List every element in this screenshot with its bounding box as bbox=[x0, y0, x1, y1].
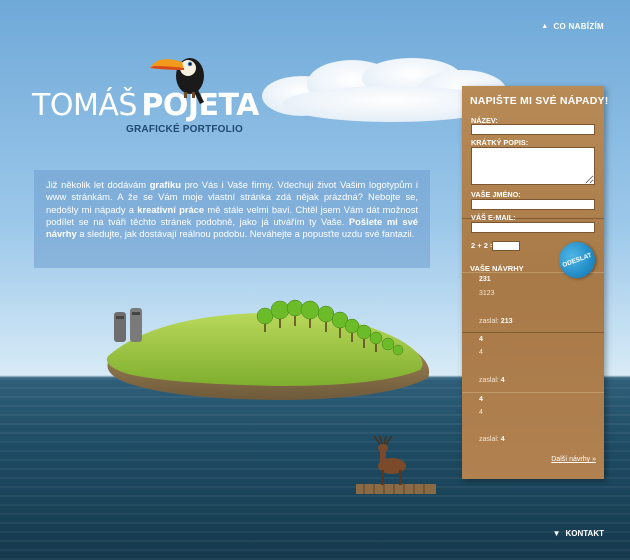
proposal-author-name: 4 bbox=[500, 377, 505, 384]
form-heading: NAPIŠTE MI SVÉ NÁPADY! bbox=[470, 95, 609, 107]
proposals-title: VAŠE NÁVRHY bbox=[470, 264, 524, 273]
logo-first-name: TOMÁŠ bbox=[32, 88, 137, 123]
proposal-title: 4 bbox=[479, 336, 483, 343]
email-label: VÁŠ E-MAIL: bbox=[471, 213, 516, 222]
proposal-author: zaslal: 4 bbox=[479, 377, 505, 384]
toucan-icon bbox=[150, 58, 204, 104]
raft-deer-illustration bbox=[356, 436, 436, 494]
proposal-author-name: 4 bbox=[500, 436, 505, 443]
author-field[interactable] bbox=[471, 199, 595, 210]
intro-text: Již několik let dodávám grafiku pro Vás … bbox=[34, 170, 430, 268]
author-label: VAŠE JMÉNO: bbox=[471, 190, 521, 199]
captcha-label: 2 + 2 = bbox=[471, 241, 495, 250]
nav-kontakt[interactable]: ▼ KONTAKT bbox=[553, 529, 604, 538]
panel-fold bbox=[462, 392, 604, 393]
panel-fold bbox=[462, 332, 604, 333]
chevron-down-icon: ▼ bbox=[552, 529, 561, 538]
nav-co-nabizim-label: CO NABÍZÍM bbox=[553, 22, 604, 31]
proposal-text: 4 bbox=[479, 409, 483, 416]
proposal-title: 4 bbox=[479, 396, 483, 403]
ideas-form-panel: NAPIŠTE MI SVÉ NÁPADY! NÁZEV: KRÁTKÝ POP… bbox=[462, 86, 608, 479]
captcha-field[interactable] bbox=[492, 241, 520, 251]
logo-subtitle: GRAFICKÉ PORTFOLIO bbox=[126, 124, 243, 135]
intro-text-part: a sledujte, jak dostávají reálnou podobu… bbox=[76, 228, 415, 240]
description-field[interactable] bbox=[471, 147, 595, 185]
sent-by-label: zaslal: bbox=[479, 377, 499, 384]
email-field[interactable] bbox=[471, 222, 595, 233]
proposal-text: 3123 bbox=[479, 290, 495, 297]
intro-text-part: Již několik let dodávám bbox=[46, 179, 150, 190]
island-illustration bbox=[106, 299, 430, 400]
nav-kontakt-label: KONTAKT bbox=[565, 529, 604, 538]
sent-by-label: zaslal: bbox=[479, 436, 499, 443]
proposal-title: 231 bbox=[479, 276, 491, 283]
chevron-up-icon: ▲ bbox=[541, 23, 549, 30]
proposal-author: zaslal: 4 bbox=[479, 436, 505, 443]
nav-co-nabizim[interactable]: ▲ CO NABÍZÍM bbox=[541, 22, 604, 31]
intro-highlight: kreativní práce bbox=[137, 203, 205, 215]
description-label: KRÁTKÝ POPIS: bbox=[471, 138, 529, 147]
name-field[interactable] bbox=[471, 124, 595, 135]
intro-highlight: grafiku bbox=[149, 179, 181, 190]
more-proposals-link[interactable]: Další návrhy » bbox=[551, 456, 596, 463]
sent-by-label: zaslal: bbox=[479, 318, 499, 325]
proposal-author: zaslal: 213 bbox=[479, 318, 512, 325]
site-logo[interactable]: TOMÁŠ POJETA GRAFICKÉ PORTFOLIO bbox=[32, 88, 259, 135]
proposal-text: 4 bbox=[479, 349, 483, 356]
proposal-author-name: 213 bbox=[500, 318, 513, 325]
submit-button[interactable]: ODESLAT bbox=[553, 236, 601, 284]
